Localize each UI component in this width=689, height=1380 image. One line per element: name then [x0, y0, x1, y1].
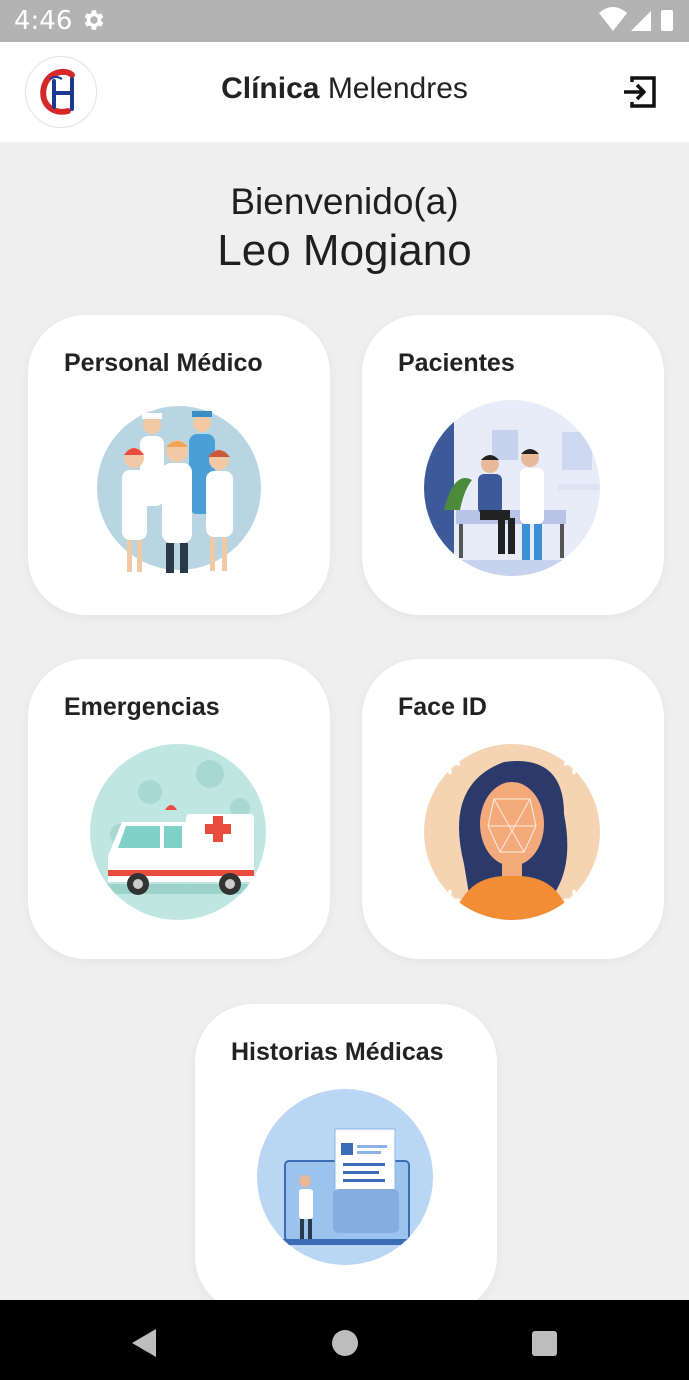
app-bar: Clínica Melendres: [0, 42, 689, 142]
card-pacientes[interactable]: Pacientes: [362, 315, 664, 615]
signal-icon: [631, 11, 651, 31]
medical-staff-illustration: [97, 406, 261, 573]
user-name: Leo Mogiano: [217, 226, 472, 275]
status-bar: 4:46: [0, 0, 689, 42]
card-title: Pacientes: [398, 349, 515, 377]
card-personal-medico[interactable]: Personal Médico: [28, 315, 330, 615]
card-title: Emergencias: [64, 693, 220, 721]
status-time: 4:46: [14, 6, 73, 36]
welcome-section: Bienvenido(a) Leo Mogiano: [0, 180, 689, 277]
wifi-icon: [599, 7, 627, 31]
logout-icon[interactable]: [620, 72, 660, 112]
battery-icon: [661, 10, 673, 31]
home-icon[interactable]: [331, 1329, 359, 1357]
recents-icon[interactable]: [531, 1330, 558, 1357]
card-face-id[interactable]: Face ID: [362, 659, 664, 959]
card-title: Personal Médico: [64, 349, 263, 377]
patient-illustration: [424, 400, 600, 576]
card-title: Face ID: [398, 693, 487, 721]
app-title-bold: Clínica: [221, 72, 320, 105]
medical-records-illustration: [257, 1089, 433, 1265]
navigation-bar: [0, 1300, 689, 1380]
gear-icon: [84, 10, 104, 30]
app-title-regular: Melendres: [327, 72, 468, 105]
face-id-illustration: [424, 744, 600, 920]
welcome-greeting: Bienvenido(a): [230, 181, 459, 222]
back-icon[interactable]: [128, 1327, 160, 1359]
card-emergencias[interactable]: Emergencias: [28, 659, 330, 959]
card-title: Historias Médicas: [231, 1038, 444, 1066]
card-historias-medicas[interactable]: Historias Médicas: [195, 1004, 497, 1314]
ambulance-illustration: [90, 744, 266, 920]
status-icons: [599, 7, 673, 31]
app-title: Clínica Melendres: [0, 72, 689, 106]
